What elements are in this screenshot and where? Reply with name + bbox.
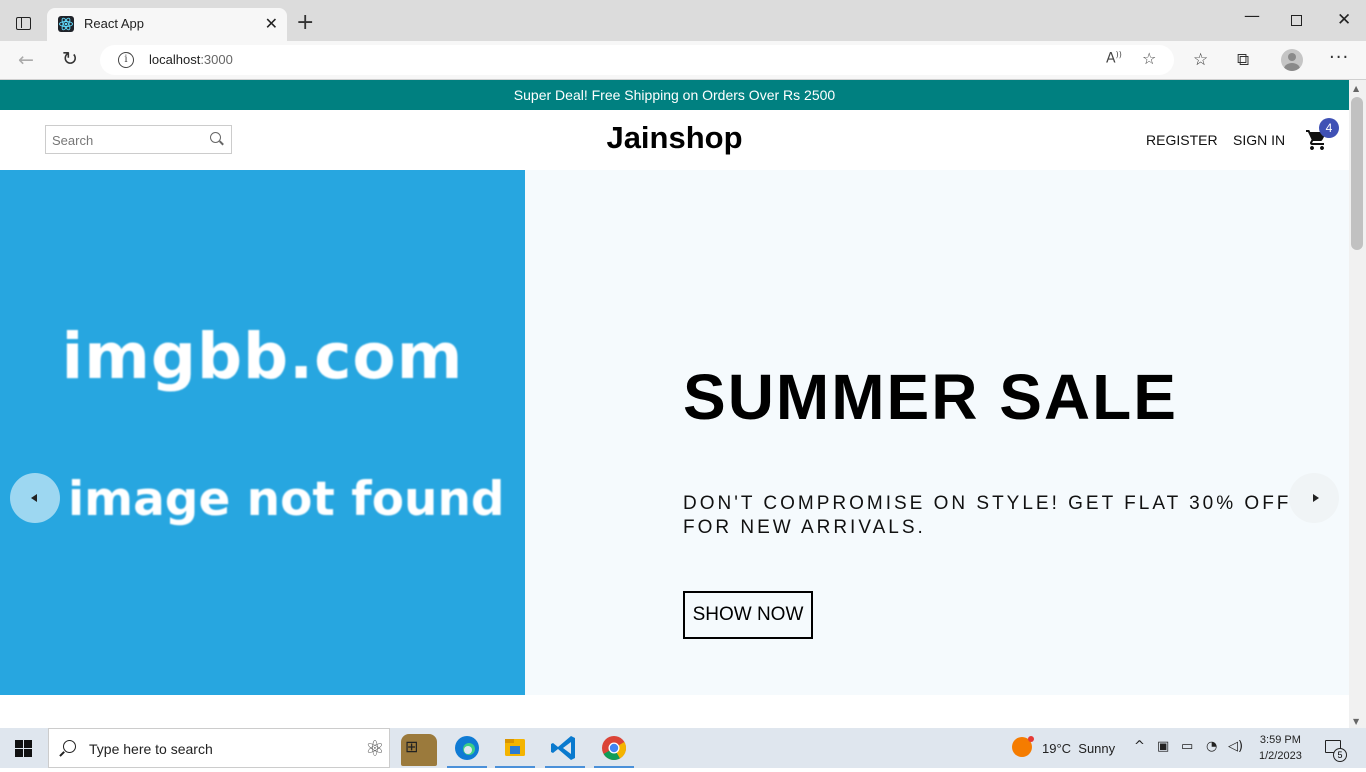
arrow-left-icon — [31, 494, 37, 502]
tab-title: React App — [84, 16, 144, 31]
window-close-icon[interactable]: ✕ — [1337, 10, 1351, 30]
new-tab-button[interactable]: + — [296, 11, 314, 35]
taskbar-search-icon — [63, 740, 76, 753]
reload-icon[interactable]: ↻ — [62, 48, 78, 70]
windows-start-icon[interactable] — [15, 740, 32, 757]
url-field[interactable]: i localhost:3000 A)) ☆ — [100, 45, 1174, 75]
browser-tab[interactable]: React App ✕ — [47, 8, 287, 41]
navbar: Jainshop REGISTER SIGN IN 4 — [0, 110, 1349, 170]
cart-count-badge: 4 — [1319, 118, 1339, 138]
tray-chevron-icon[interactable]: ^ — [1134, 739, 1145, 754]
meet-now-icon[interactable]: ▣ — [1157, 739, 1169, 754]
battery-icon[interactable]: ▭ — [1181, 739, 1193, 754]
edge-taskbar-icon[interactable] — [443, 728, 491, 768]
profile-avatar[interactable] — [1281, 49, 1303, 71]
address-toolbar: ← ↻ i localhost:3000 A)) ☆ ☆ ⧉ ··· — [0, 41, 1366, 80]
slide-title: SUMMER SALE — [683, 361, 1178, 433]
read-aloud-icon[interactable]: A)) — [1106, 50, 1122, 67]
volume-icon[interactable]: ◁) — [1228, 739, 1243, 754]
slider-next-button[interactable] — [1289, 473, 1339, 523]
weather-text[interactable]: 19°C Sunny — [1042, 741, 1115, 756]
hero-slider: imgbb.com image not found SUMMER SALE DO… — [0, 170, 1349, 695]
tab-close-icon[interactable]: ✕ — [265, 14, 278, 33]
task-view-icon[interactable]: ⊞ — [405, 737, 418, 756]
slide-description: DON'T COMPROMISE ON STYLE! GET FLAT 30% … — [683, 493, 1292, 538]
register-link[interactable]: REGISTER — [1146, 132, 1218, 148]
minimize-icon[interactable]: — — [1244, 6, 1260, 25]
page-viewport: Super Deal! Free Shipping on Orders Over… — [0, 80, 1349, 728]
windows-taskbar: Type here to search ⚛ ⊞ 19°C Sunny ^ ▣ ▭… — [0, 728, 1366, 768]
image-placeholder-text: imgbb.com — [61, 320, 464, 393]
logo[interactable]: Jainshop — [606, 120, 742, 155]
maximize-icon[interactable] — [1291, 15, 1302, 26]
search-icon[interactable] — [210, 132, 221, 143]
weather-alert-dot — [1028, 736, 1034, 742]
clock[interactable]: 3:59 PM 1/2/2023 — [1259, 732, 1302, 764]
wifi-icon[interactable]: ◔ — [1206, 739, 1217, 754]
atom-icon: ⚛ — [365, 737, 385, 762]
vscode-icon[interactable] — [541, 728, 589, 768]
page-scrollbar[interactable]: ▲ ▼ — [1349, 80, 1366, 728]
slide-image: imgbb.com image not found — [0, 170, 525, 695]
scrollbar-thumb[interactable] — [1351, 97, 1363, 250]
notification-count-badge: 5 — [1333, 748, 1347, 762]
more-menu-icon[interactable]: ··· — [1329, 47, 1349, 68]
add-favorite-icon[interactable]: ☆ — [1142, 49, 1156, 68]
search-container — [45, 125, 232, 154]
taskbar-search-box[interactable]: Type here to search ⚛ — [48, 728, 437, 768]
slider-prev-button[interactable] — [10, 473, 60, 523]
tab-actions-icon[interactable] — [12, 12, 36, 36]
clock-time: 3:59 PM — [1259, 734, 1301, 746]
arrow-right-icon — [1313, 494, 1319, 502]
announcement-bar: Super Deal! Free Shipping on Orders Over… — [0, 80, 1349, 110]
scroll-up-icon[interactable]: ▲ — [1353, 84, 1359, 93]
show-now-button[interactable]: SHOW NOW — [683, 591, 813, 639]
search-input[interactable] — [52, 130, 202, 150]
chrome-icon[interactable] — [590, 728, 638, 768]
site-info-icon[interactable]: i — [118, 52, 134, 68]
file-explorer-icon[interactable] — [491, 728, 539, 768]
browser-titlebar: React App ✕ + — ✕ — [0, 0, 1366, 41]
favorites-icon[interactable]: ☆ — [1193, 50, 1208, 70]
back-arrow-icon[interactable]: ← — [18, 49, 34, 71]
url-text: localhost:3000 — [149, 52, 233, 67]
signin-link[interactable]: SIGN IN — [1233, 132, 1285, 148]
react-favicon-icon — [58, 16, 74, 32]
clock-date: 1/2/2023 — [1259, 750, 1302, 762]
scroll-down-icon[interactable]: ▼ — [1353, 717, 1359, 726]
image-placeholder-subtext: image not found — [68, 472, 505, 527]
taskbar-search-placeholder: Type here to search — [89, 741, 213, 757]
collections-icon[interactable]: ⧉ — [1237, 50, 1249, 70]
